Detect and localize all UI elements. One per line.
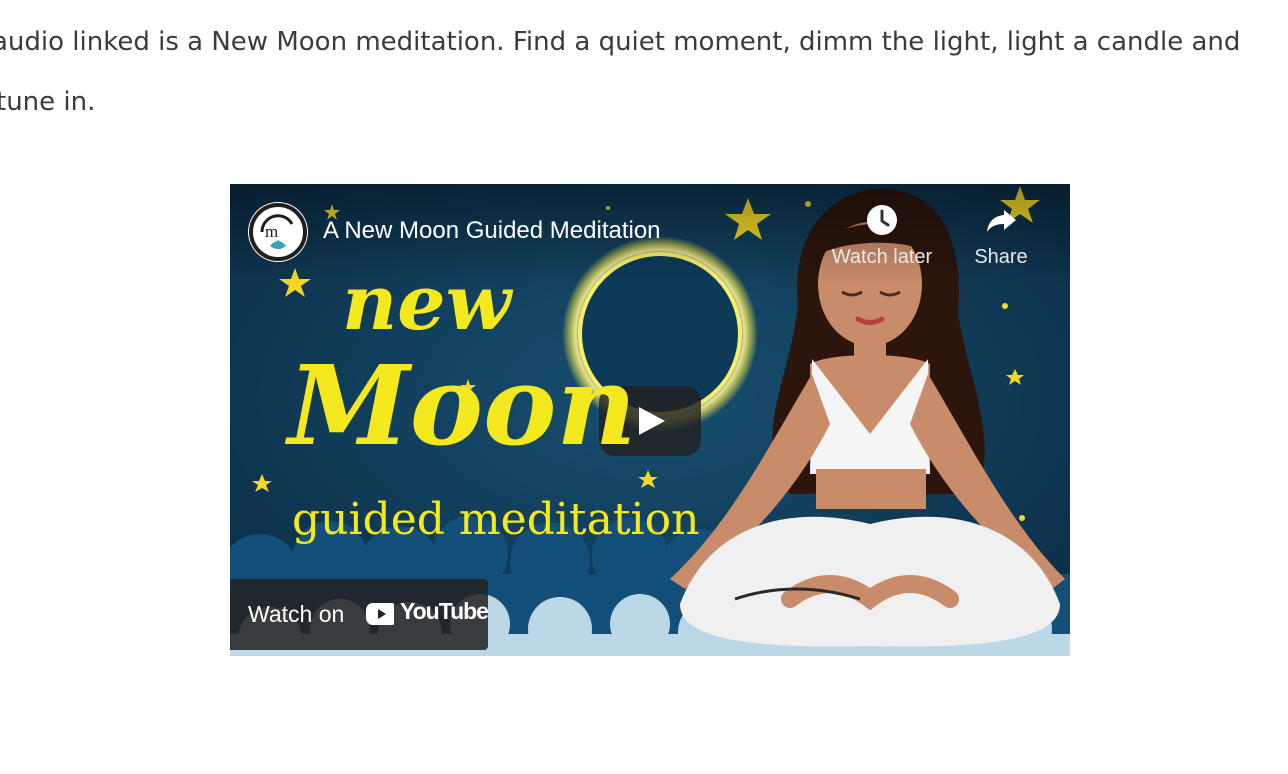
watch-later-button[interactable]: Watch later — [822, 200, 942, 269]
paragraph-line-2: tune in. — [0, 87, 96, 117]
channel-avatar[interactable]: m — [248, 202, 308, 262]
watch-on-label: Watch on — [248, 601, 345, 627]
clock-icon — [867, 205, 897, 235]
share-label: Share — [974, 246, 1028, 268]
watch-on-youtube-button[interactable]: Watch on YouTube — [230, 579, 489, 650]
share-arrow-icon — [987, 210, 1016, 232]
article-paragraph: audio linked is a New Moon meditation. F… — [0, 12, 1288, 132]
youtube-logo-icon — [366, 603, 394, 625]
paragraph-line-1: audio linked is a New Moon meditation. F… — [0, 27, 1241, 57]
watch-later-label: Watch later — [831, 246, 933, 268]
share-button[interactable]: Share — [941, 200, 1061, 269]
youtube-embed[interactable]: m A New Moon Guided Meditation Watch lat… — [230, 184, 1070, 656]
video-title[interactable]: A New Moon Guided Meditation — [323, 217, 661, 245]
youtube-wordmark: YouTube — [400, 598, 489, 624]
svg-text:m: m — [265, 222, 278, 241]
play-button[interactable] — [599, 386, 701, 456]
play-icon — [639, 407, 665, 435]
lotus-logo-icon: m — [249, 203, 307, 261]
